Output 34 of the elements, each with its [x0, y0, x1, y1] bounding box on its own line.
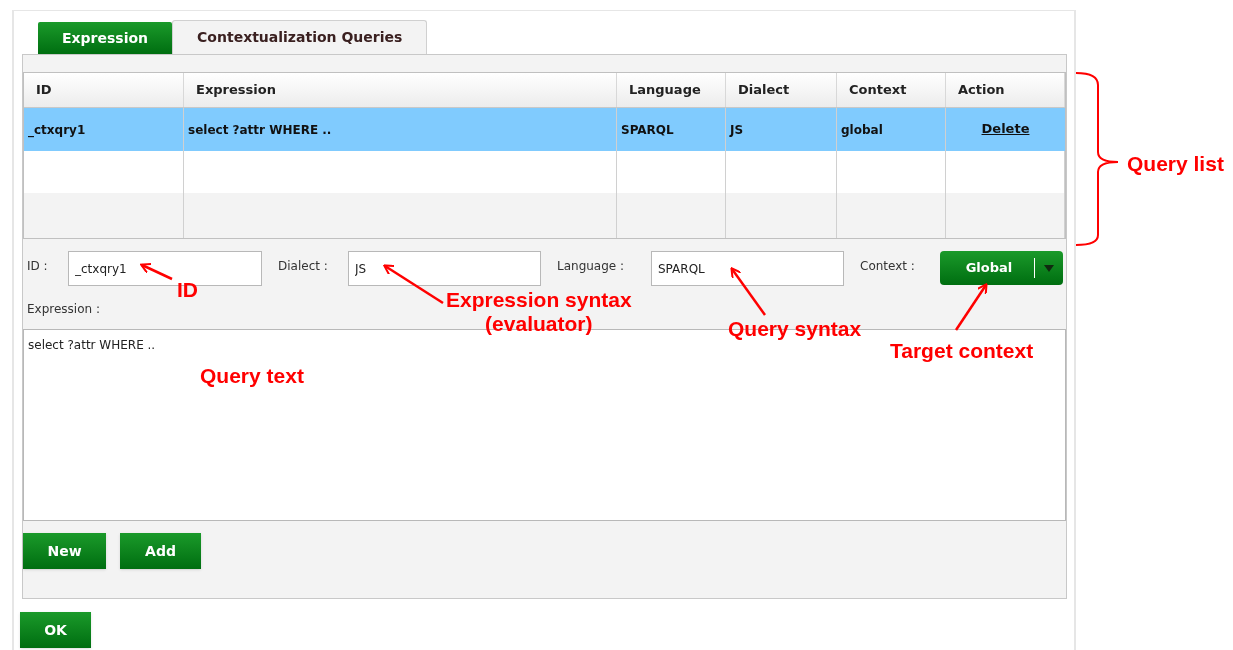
arrow	[730, 267, 766, 316]
field-label: ID :	[27, 258, 49, 275]
field-label: Expression :	[27, 301, 100, 318]
input-field[interactable]: SPARQL	[651, 251, 844, 286]
tab[interactable]: Contextualization Queries	[172, 20, 428, 54]
ok-button[interactable]: OK	[20, 612, 91, 648]
field-label: Context :	[860, 258, 916, 275]
action-button[interactable]: New	[23, 533, 106, 569]
column-header: Context	[837, 73, 946, 107]
table-cell: select ?attr WHERE ..	[188, 123, 332, 137]
annotation-label: Target context	[890, 338, 1034, 364]
field-label: Dialect :	[278, 258, 329, 275]
table-cell: global	[841, 123, 883, 137]
annotation-label: Query text	[200, 363, 304, 389]
tab[interactable]: Expression	[38, 22, 173, 54]
table-cell: _ctxqry1	[28, 123, 86, 137]
table-cell: JS	[730, 123, 744, 137]
arrow	[954, 283, 988, 331]
column-header: Language	[617, 73, 726, 107]
delete-link[interactable]: Delete	[981, 119, 1030, 139]
column-header: Expression	[184, 73, 617, 107]
column-header: Dialect	[726, 73, 837, 107]
field-label: Language :	[557, 258, 626, 275]
table-cell: SPARQL	[621, 123, 674, 137]
context-dropdown[interactable]: Global	[940, 251, 1063, 285]
caret-icon	[1044, 264, 1054, 272]
arrow	[140, 262, 173, 281]
input-field[interactable]: JS	[348, 251, 541, 286]
table-row[interactable]: _ctxqry1 select ?attr WHERE .. SPARQL JS global Delete	[24, 108, 1065, 151]
action-button[interactable]: Add	[120, 533, 201, 569]
annotation-label: Query list	[1127, 151, 1224, 177]
column-header: Action	[946, 73, 1065, 107]
arrow	[383, 264, 444, 305]
column-header: ID	[24, 73, 184, 107]
